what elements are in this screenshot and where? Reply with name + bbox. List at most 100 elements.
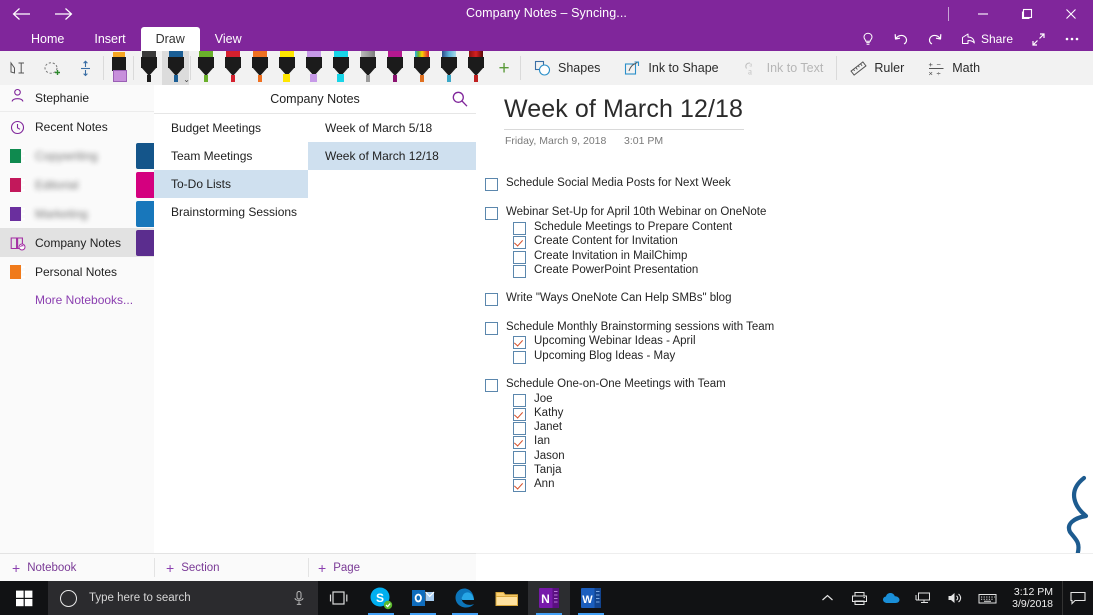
pen-galaxy[interactable] [435,51,462,85]
word-icon[interactable]: W [570,581,612,615]
clock[interactable]: 3:12 PM 3/9/2018 [1003,581,1062,615]
section-brainstorming-sessions[interactable]: Brainstorming Sessions [154,198,308,226]
back-icon[interactable] [0,0,42,27]
checkbox[interactable] [485,207,498,220]
checkbox[interactable] [485,178,498,191]
checkbox[interactable] [485,293,498,306]
todo-row[interactable]: Schedule One-on-One Meetings with Team [485,378,726,392]
todo-row[interactable]: Jason [513,450,565,464]
search-input[interactable]: Type here to search [48,581,318,615]
page-week-of-march-12[interactable]: Week of March 12/18 [308,142,476,170]
keyboard-icon[interactable] [971,581,1003,615]
show-hidden-icons-icon[interactable] [811,581,843,615]
tab-home[interactable]: Home [16,27,79,51]
tab-view[interactable]: View [200,27,257,51]
todo-row[interactable]: Ann [513,478,554,492]
todo-row[interactable]: Schedule Social Media Posts for Next Wee… [485,177,731,191]
printer-icon[interactable] [843,581,875,615]
checkbox[interactable] [513,351,526,364]
skype-icon[interactable]: S [360,581,402,615]
section-budget-meetings[interactable]: Budget Meetings [154,114,308,142]
add-section-button[interactable]: + Section [166,554,220,581]
todo-row[interactable]: Create Invitation in MailChimp [513,250,687,264]
lasso-plus-icon[interactable] [34,52,68,84]
todo-row[interactable]: Janet [513,421,562,435]
todo-row[interactable]: Upcoming Webinar Ideas - April [513,335,696,349]
todo-row[interactable]: Create PowerPoint Presentation [513,264,698,278]
share-button[interactable]: Share [952,27,1022,51]
todo-row[interactable]: Kathy [513,407,563,421]
math-button[interactable]: + − × ÷ Math [916,51,992,85]
section-team-meetings[interactable]: Team Meetings [154,142,308,170]
shapes-button[interactable]: Shapes [522,51,612,85]
section-to-do-lists[interactable]: To-Do Lists [154,170,308,198]
volume-icon[interactable] [939,581,971,615]
sidebar-item-notebook-2[interactable]: Editorial [0,170,155,199]
pen-red[interactable] [219,51,246,85]
ellipsis-icon[interactable] [1055,27,1089,51]
checkbox[interactable] [513,465,526,478]
add-pen-button[interactable]: + [489,52,519,84]
checkbox[interactable] [513,422,526,435]
checkbox[interactable] [485,379,498,392]
insert-space-icon[interactable] [68,52,102,84]
checkbox[interactable] [513,451,526,464]
highlighter-yellow[interactable] [273,51,300,85]
onedrive-icon[interactable] [875,581,907,615]
pen-lava[interactable] [462,51,489,85]
tab-insert[interactable]: Insert [79,27,140,51]
pen-silver[interactable] [354,51,381,85]
checkbox[interactable] [513,236,526,249]
redo-icon[interactable] [918,27,952,51]
file-explorer-icon[interactable] [486,581,528,615]
checkbox[interactable] [513,479,526,492]
checkbox[interactable] [513,436,526,449]
page-canvas[interactable]: Week of March 12/18 Friday, March 9, 201… [476,85,1093,553]
todo-row[interactable]: Write "Ways OneNote Can Help SMBs" blog [485,292,731,306]
network-icon[interactable] [907,581,939,615]
sidebar-item-notebook-3[interactable]: Marketing [0,199,155,228]
checkbox[interactable] [513,265,526,278]
pen-rainbow[interactable] [408,51,435,85]
todo-row[interactable]: Joe [513,393,553,407]
tell-me-lightbulb-icon[interactable] [852,27,884,51]
todo-row[interactable]: Ian [513,435,550,449]
todo-row[interactable]: Create Content for Invitation [513,235,678,249]
todo-row[interactable]: Schedule Monthly Brainstorming sessions … [485,321,774,335]
microphone-icon[interactable] [292,590,306,611]
windows-start-icon[interactable] [0,581,48,615]
edge-icon[interactable] [444,581,486,615]
ink-to-shape-button[interactable]: Ink to Shape [612,51,730,85]
action-center-icon[interactable] [1062,581,1093,615]
checkbox[interactable] [513,394,526,407]
checkbox[interactable] [513,408,526,421]
checkbox[interactable] [485,322,498,335]
highlighter-lavender[interactable] [300,51,327,85]
close-button[interactable] [1049,0,1093,27]
undo-icon[interactable] [884,27,918,51]
highlighter-cyan[interactable] [327,51,354,85]
maximize-button[interactable] [1005,0,1049,27]
tab-draw[interactable]: Draw [140,27,200,51]
lasso-type-icon[interactable] [0,52,34,84]
todo-row[interactable]: Upcoming Blog Ideas - May [513,350,675,364]
todo-row[interactable]: Webinar Set-Up for April 10th Webinar on… [485,206,766,220]
sidebar-item-personal-notes[interactable]: Personal Notes [0,257,154,286]
checkbox[interactable] [513,222,526,235]
task-view-icon[interactable] [318,581,360,615]
outlook-icon[interactable] [402,581,444,615]
pen-highlighter-purple[interactable] [105,51,132,85]
page-title[interactable]: Week of March 12/18 [504,95,743,124]
add-notebook-button[interactable]: + Notebook [12,554,76,581]
page-week-of-march-5[interactable]: Week of March 5/18 [308,114,476,142]
todo-row[interactable]: Schedule Meetings to Prepare Content [513,221,732,235]
checkbox[interactable] [513,336,526,349]
fullscreen-icon[interactable] [1022,27,1055,51]
sidebar-item-company-notes[interactable]: Company Notes [0,228,155,257]
minimize-button[interactable] [961,0,1005,27]
todo-row[interactable]: Tanja [513,464,562,478]
onenote-icon[interactable]: N [528,581,570,615]
pen-blue[interactable]: ⌄ [162,51,190,85]
chevron-down-icon[interactable]: ⌄ [183,76,190,84]
more-notebooks-link[interactable]: More Notebooks... [0,286,154,314]
